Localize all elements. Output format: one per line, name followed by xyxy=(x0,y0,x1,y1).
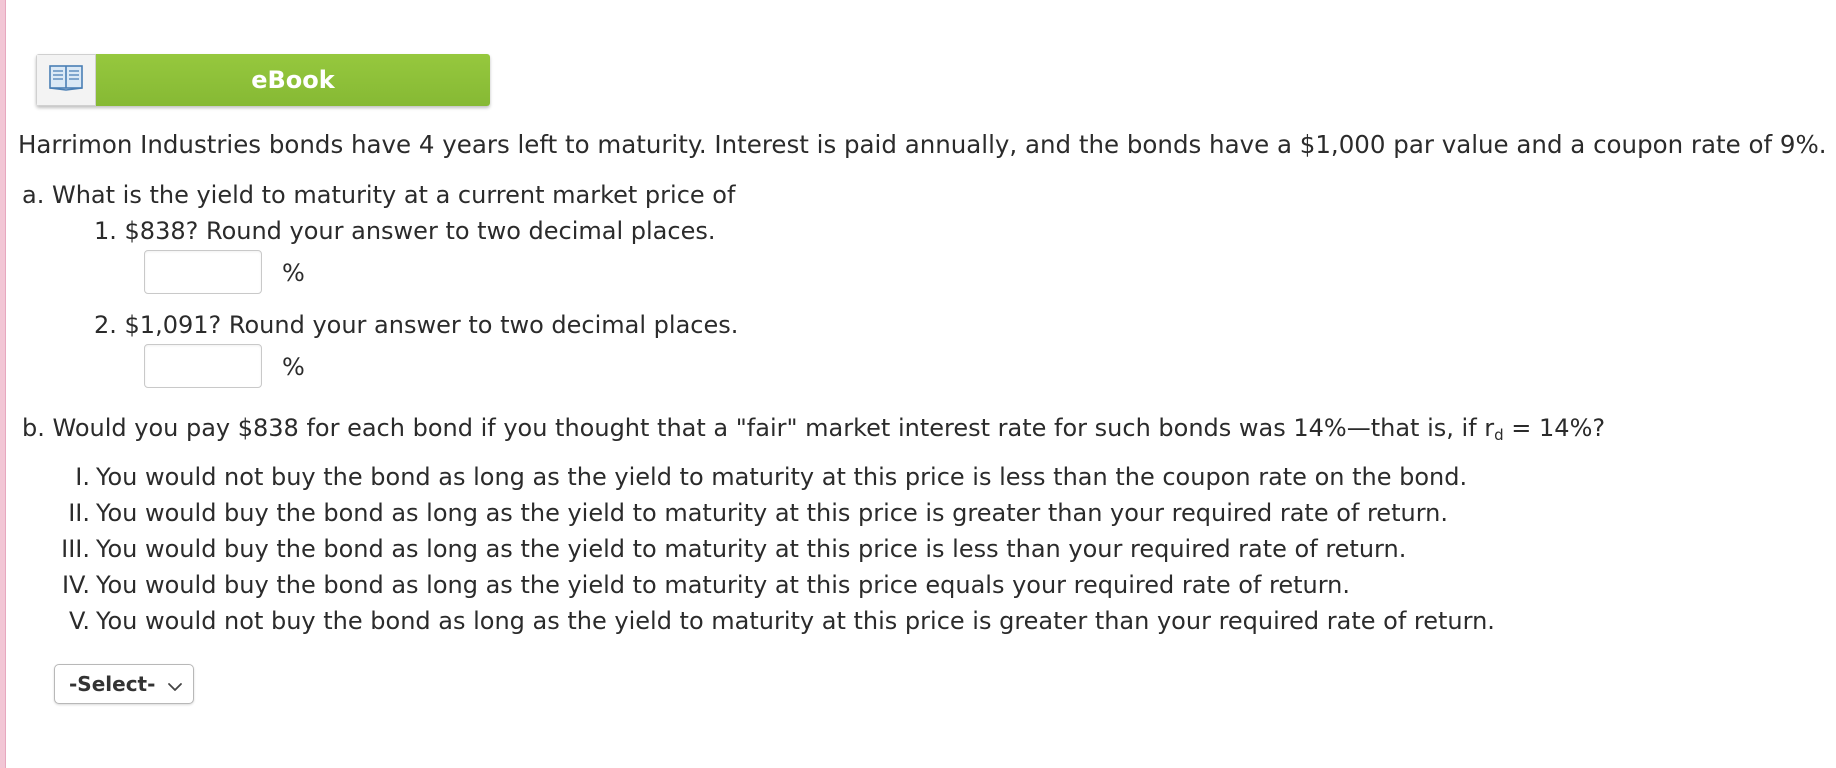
ebook-button[interactable]: eBook xyxy=(36,54,490,106)
select-value: -Select- xyxy=(69,672,156,696)
part-b-prompt-post: = 14%? xyxy=(1503,414,1606,442)
problem-intro: Harrimon Industries bonds have 4 years l… xyxy=(18,130,1827,159)
part-a-item-1-unit: % xyxy=(282,259,305,287)
part-b-prompt-pre: b. Would you pay $838 for each bond if y… xyxy=(22,414,1495,442)
option-numeral: I. xyxy=(75,463,90,491)
option-text: You would not buy the bond as long as th… xyxy=(96,463,1468,491)
option-numeral: IV. xyxy=(61,571,90,599)
part-b-option: IV. You would buy the bond as long as the… xyxy=(24,570,1350,600)
part-b-prompt-subscript: d xyxy=(1494,426,1504,444)
part-b-option: III. You would buy the bond as long as th… xyxy=(24,534,1406,564)
ebook-icon-container xyxy=(36,54,96,106)
part-b-prompt: b. Would you pay $838 for each bond if y… xyxy=(22,413,1605,446)
option-text: You would buy the bond as long as the yi… xyxy=(96,499,1448,527)
option-numeral: II. xyxy=(68,499,90,527)
chevron-down-icon xyxy=(167,678,183,697)
part-a-item-2-unit: % xyxy=(282,353,305,381)
part-a-item-2-label: 2. $1,091? Round your answer to two deci… xyxy=(94,311,739,339)
part-a-item-2-answer-input[interactable] xyxy=(144,344,262,388)
ebook-label: eBook xyxy=(96,54,490,106)
option-text: You would buy the bond as long as the yi… xyxy=(96,535,1407,563)
option-numeral: V. xyxy=(69,607,90,635)
part-b-option: II. You would buy the bond as long as the… xyxy=(24,498,1448,528)
part-a-item-1-answer-input[interactable] xyxy=(144,250,262,294)
part-b-option: V. You would not buy the bond as long as … xyxy=(24,606,1495,636)
part-a-item-1-label: 1. $838? Round your answer to two decima… xyxy=(94,217,716,245)
part-b-option: I. You would not buy the bond as long as … xyxy=(24,462,1467,492)
option-text: You would buy the bond as long as the yi… xyxy=(96,571,1351,599)
part-a-prompt: a. What is the yield to maturity at a cu… xyxy=(22,181,736,209)
option-numeral: III. xyxy=(61,535,90,563)
open-book-icon xyxy=(49,65,83,95)
part-b-answer-select[interactable]: -Select- xyxy=(54,664,194,704)
option-text: You would not buy the bond as long as th… xyxy=(96,607,1495,635)
left-border-rule xyxy=(0,0,6,768)
